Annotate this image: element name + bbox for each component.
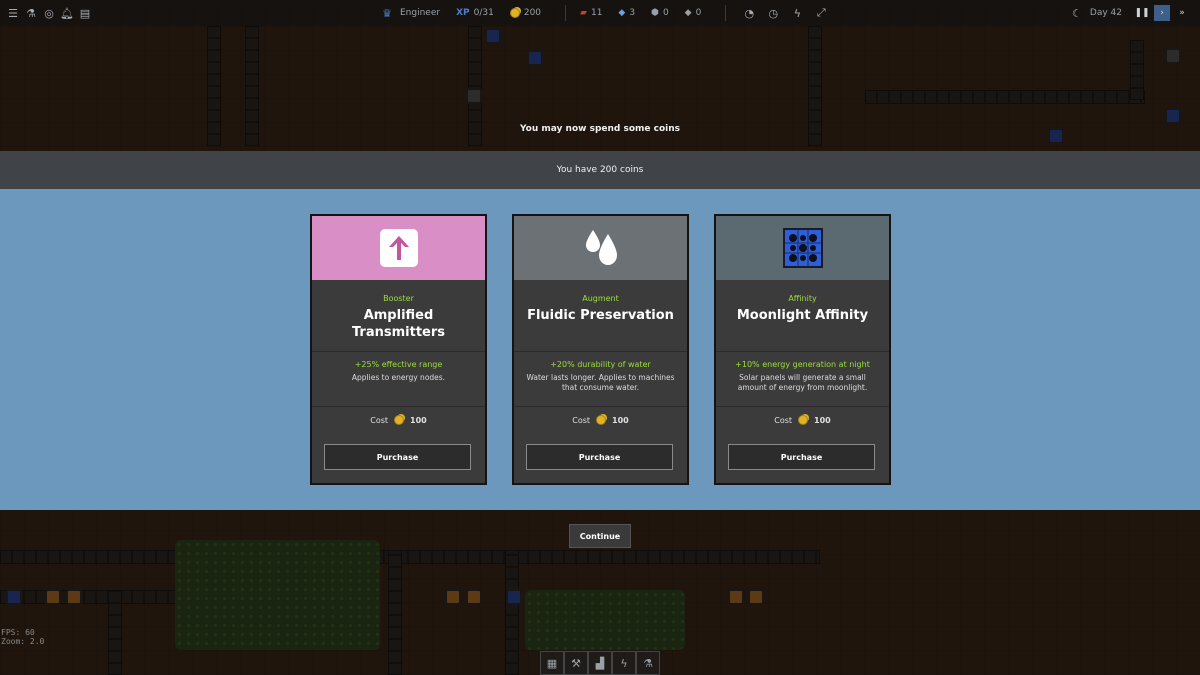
crystal-icon: ◆	[618, 8, 626, 18]
coin-count: 200	[523, 8, 542, 18]
card-description: Water lasts longer. Applies to machines …	[526, 373, 675, 392]
resource-count: 3	[629, 8, 636, 18]
coin-icon	[509, 8, 520, 18]
card-effect: +20% durability of water	[550, 360, 651, 369]
cost-value: 100	[410, 415, 427, 425]
speed-icon[interactable]: ◔	[740, 4, 758, 22]
lightning-icon[interactable]: ϟ	[788, 4, 806, 22]
card-description: Applies to energy nodes.	[351, 373, 446, 382]
upgrade-card-amplified-transmitters: Booster Amplified Transmitters +25% effe…	[310, 214, 487, 485]
card-effect: +10% energy generation at night	[735, 360, 870, 369]
cost-value: 100	[814, 415, 831, 425]
coin-icon	[798, 415, 809, 425]
arrow-up-icon	[379, 229, 418, 267]
book-icon[interactable]: ▤	[76, 4, 94, 22]
flask-icon[interactable]: ⚗	[22, 4, 40, 22]
pill-icon: ◆	[684, 8, 692, 18]
xp-icon: XP	[456, 8, 470, 18]
cost-label: Cost	[572, 415, 591, 425]
xp-value: 0/31	[473, 8, 494, 18]
bell-icon[interactable]: 🔔︎	[58, 4, 76, 22]
continue-button[interactable]: Continue	[569, 524, 631, 548]
coin-icon	[394, 415, 405, 425]
factory-icon[interactable]: ▟	[588, 651, 612, 675]
pickaxe-icon[interactable]: ⚒	[564, 651, 588, 675]
purchase-button[interactable]: Purchase	[526, 444, 673, 470]
resource-count: 0	[695, 8, 702, 18]
timer-icon[interactable]: ◷	[764, 4, 782, 22]
purchase-button[interactable]: Purchase	[728, 444, 875, 470]
card-effect: +25% effective range	[354, 360, 443, 369]
target-icon[interactable]: ◎	[40, 4, 58, 22]
card-header	[312, 216, 485, 280]
fps-readout: FPS: 60	[1, 628, 35, 637]
solar-panel-icon	[782, 228, 823, 268]
expand-icon[interactable]: ⤢	[812, 4, 830, 22]
purchase-button[interactable]: Purchase	[324, 444, 471, 470]
moon-icon: ☾	[1071, 6, 1082, 20]
modal-title: You may now spend some coins	[519, 124, 681, 134]
coin-icon	[596, 415, 607, 425]
lightning-icon[interactable]: ϟ	[612, 651, 636, 675]
resource-count: 11	[590, 8, 603, 18]
zoom-readout: Zoom: 2.0	[1, 637, 45, 646]
fast-forward-button[interactable]: »	[1174, 5, 1190, 21]
flask-icon[interactable]: ⚗	[636, 651, 660, 675]
cost-label: Cost	[774, 415, 793, 425]
upgrade-card-fluidic-preservation: Augment Fluidic Preservation +20% durabi…	[512, 214, 689, 485]
card-title: Moonlight Affinity	[736, 308, 869, 323]
pause-button[interactable]: ❚❚	[1134, 5, 1150, 21]
card-title: Amplified Transmitters	[351, 308, 445, 340]
cost-label: Cost	[370, 415, 389, 425]
shield-icon: ⬢	[651, 8, 659, 18]
card-category: Affinity	[788, 294, 817, 303]
debug-info: FPS: 60 Zoom: 2.0	[1, 628, 44, 646]
upgrade-card-moonlight-affinity: Affinity Moonlight Affinity +10% energy …	[714, 214, 891, 485]
cost-value: 100	[612, 415, 629, 425]
card-cost: Cost 100	[514, 415, 687, 425]
card-cost: Cost 100	[312, 415, 485, 425]
coins-bar: You have 200 coins	[0, 151, 1200, 189]
coins-available: You have 200 coins	[556, 165, 644, 175]
crown-icon: ♛	[382, 6, 392, 20]
resource-count: 0	[662, 8, 669, 18]
play-button[interactable]: ›	[1154, 5, 1170, 21]
water-drops-icon	[585, 230, 617, 265]
top-hud: ☰ ⚗ ◎ 🔔︎ ▤ ♛ Engineer XP 0/31 200 ▰ 11 ◆ 3 ⬢…	[0, 0, 1200, 26]
card-header	[716, 216, 889, 280]
build-toolbar: ▦ ⚒ ▟ ϟ ⚗	[540, 651, 660, 675]
day-counter: Day 42	[1089, 8, 1122, 18]
menu-icon[interactable]: ☰	[4, 4, 22, 22]
card-category: Booster	[383, 294, 414, 303]
card-description: Solar panels will generate a small amoun…	[737, 373, 868, 392]
card-header	[514, 216, 687, 280]
card-category: Augment	[582, 294, 619, 303]
role-label: Engineer	[400, 8, 441, 18]
card-cost: Cost 100	[716, 415, 889, 425]
dynamite-icon: ▰	[580, 8, 587, 18]
card-title: Fluidic Preservation	[527, 308, 674, 323]
conveyor-tool-icon[interactable]: ▦	[540, 651, 564, 675]
